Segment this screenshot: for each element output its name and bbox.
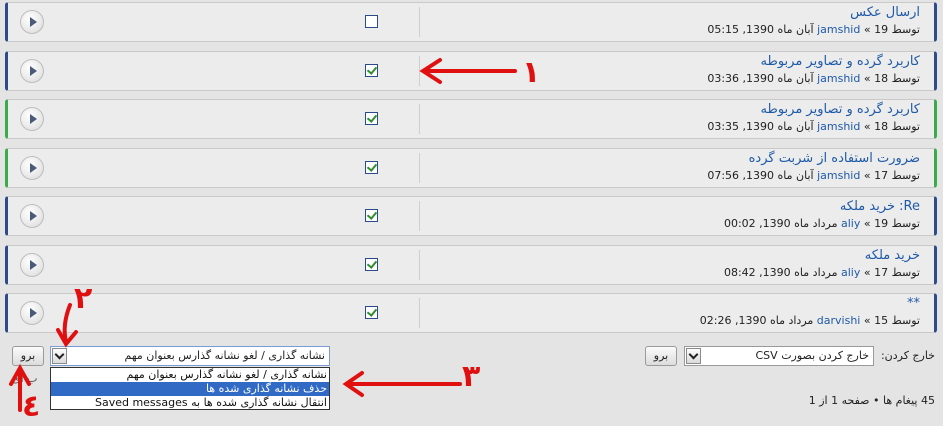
meta-prefix: توسط <box>891 314 920 327</box>
annotation-number-4: ٤ <box>22 389 41 424</box>
go-button-left[interactable]: برو <box>12 346 44 366</box>
export-label: خارج کردن: <box>880 349 935 362</box>
action-select[interactable]: نشانه گذاری / لغو نشانه گذارس بعنوان مهم <box>50 346 330 366</box>
message-checkbox[interactable] <box>365 64 378 77</box>
column-divider <box>419 56 420 86</box>
annotation-number-2: ٢ <box>74 281 93 316</box>
message-checkbox[interactable] <box>365 258 378 271</box>
play-icon[interactable] <box>20 301 44 325</box>
meta-prefix: توسط <box>891 266 920 279</box>
message-title-link[interactable]: کاربرد گرده و تصاویر مربوطه <box>761 102 921 117</box>
pagination-text: 45 پیغام ها • صفحه 1 از 1 <box>808 394 935 407</box>
message-checkbox[interactable] <box>365 112 378 125</box>
message-meta: توسط jamshid « 19 آبان ماه 1390, 05:15 <box>707 23 920 36</box>
message-row: Re: خرید ملکه توسط aliy « 19 مرداد ماه 13… <box>5 196 937 236</box>
play-icon[interactable] <box>20 204 44 228</box>
message-row: کاربرد گرده و تصاویر مربوطه توسط jamshid … <box>5 51 937 91</box>
message-meta: توسط jamshid « 17 آبان ماه 1390, 07:56 <box>707 169 920 182</box>
meta-prefix: توسط <box>891 23 920 36</box>
dropdown-option[interactable]: انتقال نشانه گذاری شده ها به Saved messa… <box>51 396 329 410</box>
column-divider <box>419 298 420 328</box>
message-meta: توسط jamshid « 18 آبان ماه 1390, 03:35 <box>707 120 920 133</box>
message-meta: توسط aliy « 19 مرداد ماه 1390, 00:02 <box>724 217 920 230</box>
meta-prefix: توسط <box>891 169 920 182</box>
column-divider <box>419 7 420 37</box>
message-checkbox[interactable] <box>365 15 378 28</box>
export-select-value: خارج کردن بصورت CSV <box>755 349 870 362</box>
message-date: « 17 آبان ماه 1390, 07:56 <box>707 169 889 182</box>
author-link[interactable]: aliy <box>841 266 860 279</box>
author-link[interactable]: jamshid <box>817 23 860 36</box>
message-meta: توسط jamshid « 18 آبان ماه 1390, 03:36 <box>707 72 920 85</box>
message-meta: توسط aliy « 17 مرداد ماه 1390, 08:42 <box>724 266 920 279</box>
message-title-link[interactable]: ارسال عکس <box>850 5 920 20</box>
play-icon[interactable] <box>20 107 44 131</box>
annotation-number-1: ١ <box>522 55 541 90</box>
message-date: « 19 آبان ماه 1390, 05:15 <box>707 23 889 36</box>
partial-label: ب ای <box>12 372 38 385</box>
message-row: کاربرد گرده و تصاویر مربوطه توسط jamshid … <box>5 99 937 139</box>
meta-prefix: توسط <box>891 217 920 230</box>
column-divider <box>419 104 420 134</box>
message-title-link[interactable]: کاربرد گرده و تصاویر مربوطه <box>761 54 921 69</box>
column-divider <box>419 201 420 231</box>
message-date: « 18 آبان ماه 1390, 03:35 <box>707 120 889 133</box>
message-title-link[interactable]: ** <box>907 296 920 311</box>
play-icon[interactable] <box>20 253 44 277</box>
message-date: « 18 آبان ماه 1390, 03:36 <box>707 72 889 85</box>
play-icon[interactable] <box>20 156 44 180</box>
author-link[interactable]: jamshid <box>817 169 860 182</box>
message-row: ضرورت استفاده از شربت گرده توسط jamshid «… <box>5 148 937 188</box>
message-date: « 19 مرداد ماه 1390, 00:02 <box>723 217 889 230</box>
dropdown-option[interactable]: حذف نشانه گذاری شده ها <box>51 382 329 396</box>
message-checkbox[interactable] <box>365 209 378 222</box>
annotation-number-3: ٣ <box>462 359 481 394</box>
meta-prefix: توسط <box>891 72 920 85</box>
dropdown-option[interactable]: نشانه گذاری / لغو نشانه گذارس بعنوان مهم <box>51 368 329 382</box>
message-meta: توسط darvishi « 15 مرداد ماه 1390, 02:26 <box>700 314 920 327</box>
column-divider <box>419 250 420 280</box>
author-link[interactable]: aliy <box>841 217 860 230</box>
author-link[interactable]: jamshid <box>817 120 860 133</box>
message-title-link[interactable]: Re: خرید ملکه <box>840 199 920 214</box>
message-date: « 17 مرداد ماه 1390, 08:42 <box>723 266 889 279</box>
message-date: « 15 مرداد ماه 1390, 02:26 <box>699 314 889 327</box>
message-title-link[interactable]: ضرورت استفاده از شربت گرده <box>749 151 920 166</box>
message-row: ارسال عکس توسط jamshid « 19 آبان ماه 1390… <box>5 2 937 42</box>
message-row: خرید ملکه توسط aliy « 17 مرداد ماه 1390, … <box>5 245 937 285</box>
author-link[interactable]: jamshid <box>817 72 860 85</box>
message-row: ** توسط darvishi « 15 مرداد ماه 1390, 02:… <box>5 293 937 333</box>
action-select-value: نشانه گذاری / لغو نشانه گذارس بعنوان مهم <box>124 349 325 362</box>
chevron-down-icon[interactable] <box>686 348 701 364</box>
chevron-down-icon[interactable] <box>52 348 67 364</box>
go-button-right[interactable]: برو <box>645 346 677 366</box>
message-title-link[interactable]: خرید ملکه <box>865 248 920 263</box>
message-checkbox[interactable] <box>365 306 378 319</box>
action-dropdown-list: نشانه گذاری / لغو نشانه گذارس بعنوان مهم… <box>50 367 330 410</box>
column-divider <box>419 153 420 183</box>
author-link[interactable]: darvishi <box>817 314 861 327</box>
meta-prefix: توسط <box>891 120 920 133</box>
play-icon[interactable] <box>20 10 44 34</box>
play-icon[interactable] <box>20 59 44 83</box>
export-select[interactable]: خارج کردن بصورت CSV <box>684 346 874 366</box>
message-checkbox[interactable] <box>365 161 378 174</box>
